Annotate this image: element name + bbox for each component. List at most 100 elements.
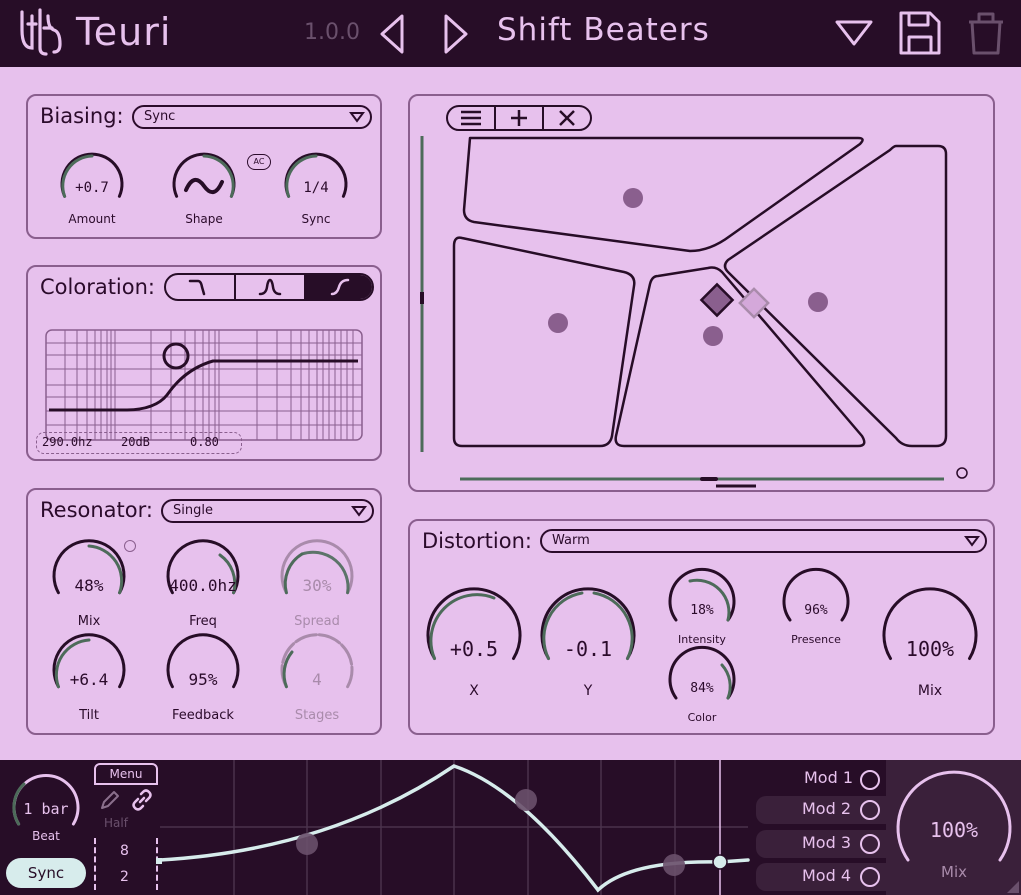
shape-knob[interactable] [164, 150, 244, 220]
delete-icon[interactable] [966, 10, 1006, 56]
x-value: +0.5 [449, 637, 499, 661]
next-preset-icon[interactable] [442, 12, 470, 56]
distortion-mix-label: Mix [917, 683, 943, 699]
filter-type-selector [164, 273, 374, 301]
rate-label: Beat [32, 829, 60, 843]
chevron-down-icon [351, 506, 367, 517]
shelf-icon [330, 278, 350, 296]
intensity-value: 18% [690, 603, 714, 618]
map-point[interactable] [623, 188, 643, 208]
half-label[interactable]: Half [104, 816, 128, 830]
map-point[interactable] [548, 313, 568, 333]
coloration-title: Coloration: [40, 275, 155, 299]
lfo-envelope-editor[interactable] [156, 760, 750, 895]
menu-button[interactable]: Menu [94, 763, 158, 785]
modulator-bar: 1 bar Beat Sync Menu Half 8 2 Mod 1 Mod … [0, 760, 1021, 895]
grid-top-value[interactable]: 8 [120, 843, 129, 859]
spread-value: 30% [302, 576, 332, 595]
mod-slot-3[interactable]: Mod 3 [756, 830, 886, 858]
stages-value: 4 [312, 670, 322, 689]
amount-value: +0.7 [75, 180, 109, 196]
map-point[interactable] [808, 292, 828, 312]
color-value: 84% [690, 681, 714, 696]
teuri-logo-icon [20, 8, 62, 56]
sync-button[interactable]: Sync [6, 858, 86, 888]
mod-3-label: Mod 3 [802, 833, 852, 852]
x-knob[interactable] [418, 587, 530, 681]
resonator-title: Resonator: [40, 498, 153, 522]
coloration-panel: Coloration: 290.0hz 20dB 0.80 [26, 265, 382, 461]
spread-label: Spread [294, 614, 340, 629]
preset-name[interactable]: Shift Beaters [497, 12, 710, 48]
sync-value: 1/4 [303, 180, 329, 196]
biasing-title: Biasing: [40, 104, 124, 128]
shelf-filter-button[interactable] [306, 275, 372, 299]
filter-freq-value[interactable]: 290.0hz [42, 435, 93, 449]
mod-1-label: Mod 1 [804, 768, 854, 787]
lowpass-filter-button[interactable] [166, 275, 236, 299]
biasing-panel: Biasing: Sync +0.7 Amount Shape AC 1/4 S… [26, 94, 382, 239]
prev-preset-icon[interactable] [378, 12, 406, 56]
amount-label: Amount [68, 212, 116, 226]
filter-curve-display[interactable] [45, 329, 365, 444]
chevron-down-icon [964, 536, 980, 547]
filter-handle[interactable] [162, 342, 190, 370]
grid-bottom-value[interactable]: 2 [120, 869, 129, 885]
preset-menu-icon[interactable] [834, 18, 874, 48]
chevron-down-icon [349, 112, 365, 123]
presence-value: 96% [804, 603, 828, 618]
lowpass-icon [188, 279, 206, 296]
stages-label: Stages [294, 708, 340, 723]
resonator-mode-value: Single [173, 503, 213, 518]
tilt-label: Tilt [79, 708, 99, 723]
xy-map-canvas[interactable] [410, 96, 993, 490]
map-point[interactable] [703, 326, 723, 346]
mix-label: Mix [77, 614, 101, 629]
mod-2-toggle[interactable] [860, 800, 880, 820]
mod-3-toggle[interactable] [860, 834, 880, 854]
y-knob[interactable] [532, 587, 644, 681]
color-label: Color [687, 711, 717, 724]
resonator-mode-dropdown[interactable]: Single [161, 499, 374, 523]
bandpass-filter-button[interactable] [236, 275, 306, 299]
distortion-title: Distortion: [422, 529, 532, 553]
mod-slot-1[interactable]: Mod 1 [752, 764, 886, 794]
biasing-mode-dropdown[interactable]: Sync [132, 105, 372, 129]
link-icon[interactable] [130, 788, 154, 812]
save-icon[interactable] [898, 10, 942, 56]
feedback-label: Feedback [172, 708, 234, 723]
pencil-icon[interactable] [98, 790, 120, 812]
filter-gain-value[interactable]: 20dB [121, 435, 150, 449]
mod-1-toggle[interactable] [860, 770, 880, 790]
distortion-panel: Distortion: Warm +0.5 X -0.1 Y 18% Inten… [408, 519, 995, 735]
mix-value: 48% [74, 576, 104, 595]
app-name: Teuri [76, 10, 172, 54]
rate-value: 1 bar [23, 800, 69, 818]
distortion-mix-value: 100% [905, 637, 955, 661]
freq-label: Freq [189, 614, 217, 629]
sync-label: Sync [301, 212, 331, 226]
version-label: 1.0.0 [304, 20, 360, 45]
map-cursor[interactable] [699, 282, 735, 318]
header-bar: Teuri 1.0.0 Shift Beaters [0, 0, 1021, 67]
resize-handle-icon[interactable] [1007, 881, 1019, 893]
distortion-mode-dropdown[interactable]: Warm [540, 529, 987, 553]
presence-label: Presence [791, 633, 841, 646]
mod-slot-2[interactable]: Mod 2 [756, 796, 886, 824]
ac-badge[interactable]: AC [247, 154, 271, 170]
mod-slot-4[interactable]: Mod 4 [756, 863, 886, 891]
mod-4-toggle[interactable] [860, 867, 880, 887]
distortion-mode-value: Warm [552, 533, 590, 548]
xy-map-panel [408, 94, 995, 492]
freq-value: 400.0hz [169, 576, 237, 595]
intensity-label: Intensity [678, 633, 726, 646]
mod-4-label: Mod 4 [802, 866, 852, 885]
map-corner-indicator[interactable] [956, 467, 968, 479]
map-cursor-ghost [738, 287, 770, 319]
distortion-mix-knob[interactable] [874, 587, 986, 681]
mod-2-label: Mod 2 [802, 799, 852, 818]
y-label: Y [583, 683, 593, 699]
bandpass-icon [258, 278, 282, 296]
output-mix-label: Mix [941, 863, 967, 881]
filter-q-value[interactable]: 0.80 [190, 435, 219, 449]
